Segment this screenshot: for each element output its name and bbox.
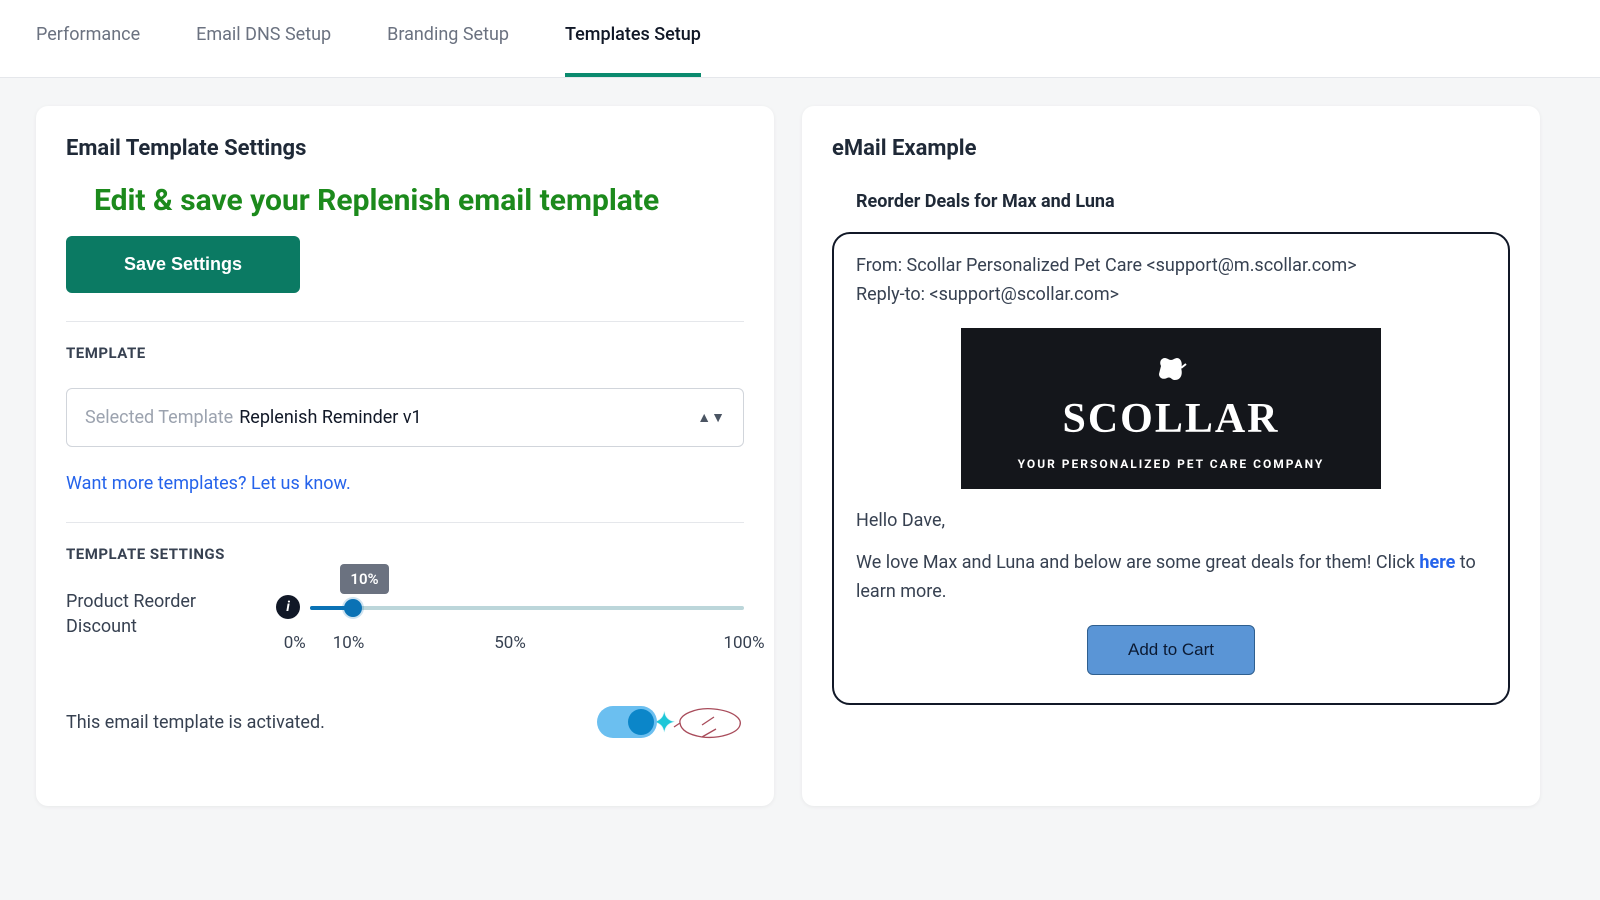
email-greeting: Hello Dave, xyxy=(856,507,1486,536)
learn-more-link[interactable]: here xyxy=(1419,552,1455,573)
tab-templates-setup[interactable]: Templates Setup xyxy=(565,24,701,77)
headline: Edit & save your Replenish email templat… xyxy=(66,161,744,236)
activation-toggle[interactable] xyxy=(597,706,657,738)
email-template-settings-card: Email Template Settings Edit & save your… xyxy=(36,106,774,806)
slider-tick-100: 100% xyxy=(723,633,764,653)
card-title: Email Template Settings xyxy=(66,136,744,161)
activated-text: This email template is activated. xyxy=(66,712,325,733)
add-to-cart-button[interactable]: Add to Cart xyxy=(1087,625,1255,675)
save-settings-button[interactable]: Save Settings xyxy=(66,236,300,293)
template-settings-section-label: TEMPLATE SETTINGS xyxy=(66,545,744,563)
tab-email-dns-setup[interactable]: Email DNS Setup xyxy=(196,24,331,77)
divider xyxy=(66,321,744,322)
template-select[interactable]: Selected Template Replenish Reminder v1 … xyxy=(66,388,744,447)
brand-name: SCOLLAR xyxy=(973,395,1369,443)
slider-tick-50: 50% xyxy=(494,633,526,653)
template-select-prefix: Selected Template xyxy=(85,407,233,428)
slider-tick-10: 10% xyxy=(333,633,365,653)
tab-branding-setup[interactable]: Branding Setup xyxy=(387,24,509,77)
email-reply-to: Reply-to: <support@scollar.com> xyxy=(856,281,1486,310)
brand-mark-icon xyxy=(973,354,1369,387)
email-preview-panel: From: Scollar Personalized Pet Care <sup… xyxy=(832,232,1510,705)
email-from: From: Scollar Personalized Pet Care <sup… xyxy=(856,252,1486,281)
brand-tagline: YOUR PERSONALIZED PET CARE COMPANY xyxy=(973,457,1369,471)
top-tabs: Performance Email DNS Setup Branding Set… xyxy=(0,0,1600,78)
slider-tick-0: 0% xyxy=(284,633,306,653)
hand-pointer-icon xyxy=(672,701,744,743)
slider-thumb[interactable] xyxy=(344,599,362,617)
email-body: We love Max and Luna and below are some … xyxy=(856,549,1486,607)
template-section-label: TEMPLATE xyxy=(66,344,744,362)
more-templates-link[interactable]: Want more templates? Let us know. xyxy=(66,473,351,494)
brand-banner: SCOLLAR YOUR PERSONALIZED PET CARE COMPA… xyxy=(961,328,1381,489)
slider-label: Product Reorder Discount xyxy=(66,589,246,639)
email-example-card: eMail Example Reorder Deals for Max and … xyxy=(802,106,1540,806)
divider xyxy=(66,522,744,523)
select-sort-icon: ▲▼ xyxy=(697,409,725,426)
card-title: eMail Example xyxy=(832,136,1510,161)
discount-slider[interactable]: 10% xyxy=(310,606,744,610)
info-icon[interactable]: i xyxy=(276,595,300,619)
slider-tooltip: 10% xyxy=(340,564,388,594)
template-select-value: Replenish Reminder v1 xyxy=(239,407,422,428)
email-subject: Reorder Deals for Max and Luna xyxy=(856,191,1510,212)
tab-performance[interactable]: Performance xyxy=(36,24,140,77)
